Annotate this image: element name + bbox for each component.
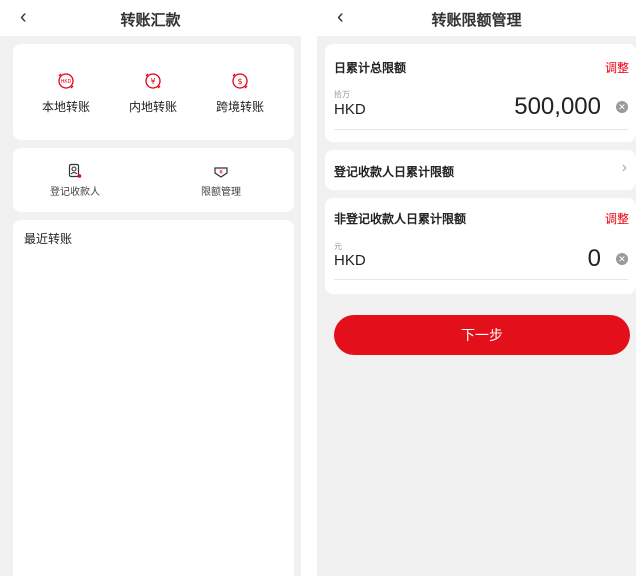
page-title: 转账汇款 — [120, 12, 181, 29]
unregistered-payee-limit-card: 非登记收款人日累计限额 调整 元 HKD 0 ✕ — [325, 198, 636, 294]
adjust-unregistered-link[interactable]: 调整 — [605, 210, 629, 227]
clear-icon[interactable]: ✕ — [616, 101, 628, 113]
svg-text:¥: ¥ — [219, 169, 223, 176]
hkd-transfer-icon: HKD — [58, 73, 74, 89]
payee-register-icon — [68, 163, 82, 178]
registered-payee-limit-row[interactable]: 登记收款人日累计限额 › — [325, 150, 636, 190]
clear-icon[interactable]: ✕ — [616, 253, 628, 265]
unregistered-payee-limit-title: 非登记收款人日累计限额 — [334, 212, 467, 226]
currency-label: HKD — [334, 252, 366, 269]
adjust-daily-total-link[interactable]: 调整 — [605, 59, 629, 76]
daily-total-limit-card: 日累计总限额 调整 拾万 HKD 500,000 ✕ — [325, 44, 636, 142]
recent-transfers-title: 最近转账 — [24, 232, 73, 246]
tool-register-payee[interactable]: 登记收款人 — [30, 163, 120, 198]
amount-unit-hint: 拾万 — [334, 90, 350, 99]
daily-total-limit-title: 日累计总限额 — [334, 61, 407, 75]
divider — [334, 129, 628, 130]
limit-management-icon: ¥ — [214, 167, 228, 178]
registered-payee-limit-title: 登记收款人日累计限额 — [334, 165, 455, 179]
cross-border-transfer-icon: $ — [232, 73, 248, 89]
transfer-screen: ‹ 转账汇款 HKD 本地转账 ¥ 内地转账 $ 跨境转账 登记收款人 ¥ 限额… — [0, 0, 301, 576]
next-step-button[interactable]: 下一步 — [334, 315, 630, 355]
limit-management-screen: ‹ 转账限额管理 日累计总限额 调整 拾万 HKD 500,000 ✕ 登记收款… — [317, 0, 636, 576]
currency-label: HKD — [334, 101, 366, 118]
divider — [334, 279, 628, 280]
rmb-transfer-icon: ¥ — [145, 73, 161, 89]
recent-transfers-card: 最近转账 — [13, 220, 294, 576]
page-title: 转账限额管理 — [431, 12, 522, 29]
nav-bar: ‹ 转账限额管理 — [317, 0, 636, 36]
daily-total-amount-input[interactable]: 500,000 — [514, 93, 601, 121]
unregistered-amount-input[interactable]: 0 — [588, 245, 601, 273]
transfer-services-card: HKD 本地转账 ¥ 内地转账 $ 跨境转账 — [13, 44, 294, 140]
service-label: 跨境转账 — [215, 100, 264, 114]
tool-label: 登记收款人 — [50, 187, 100, 198]
service-local-transfer[interactable]: HKD 本地转账 — [26, 72, 106, 115]
tool-label: 限额管理 — [201, 187, 241, 198]
svg-text:$: $ — [237, 77, 242, 86]
service-mainland-transfer[interactable]: ¥ 内地转账 — [113, 72, 193, 115]
amount-unit-hint: 元 — [334, 242, 342, 251]
chevron-right-icon: › — [621, 159, 627, 176]
tool-limit-management[interactable]: ¥ 限额管理 — [176, 163, 266, 198]
transfer-tools-card: 登记收款人 ¥ 限额管理 — [13, 148, 294, 212]
service-cross-border-transfer[interactable]: $ 跨境转账 — [200, 72, 280, 115]
nav-bar: ‹ 转账汇款 — [0, 0, 301, 36]
svg-text:¥: ¥ — [150, 77, 155, 86]
service-label: 本地转账 — [41, 100, 90, 114]
service-label: 内地转账 — [128, 100, 177, 114]
svg-text:HKD: HKD — [61, 79, 72, 85]
